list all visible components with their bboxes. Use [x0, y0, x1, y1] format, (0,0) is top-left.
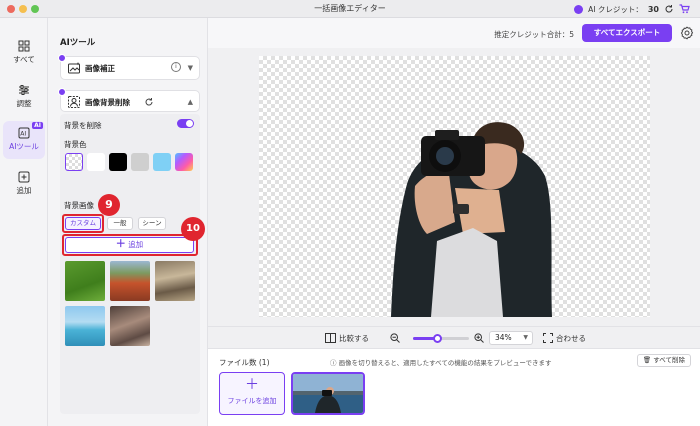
- nav-adjust[interactable]: 調整: [3, 78, 45, 116]
- swatch-light-blue[interactable]: [153, 153, 171, 171]
- nav-ai-tools[interactable]: AI AI AIツール: [3, 121, 45, 159]
- nav-adjust-label: 調整: [16, 99, 32, 108]
- bg-image-label: 背景画像: [64, 201, 94, 210]
- plus-square-icon: [18, 171, 30, 183]
- swatch-gray[interactable]: [131, 153, 149, 171]
- refresh-icon[interactable]: [144, 97, 154, 107]
- total-credit-estimate: 推定クレジット合計：5: [494, 30, 574, 39]
- callout-box-10: [62, 234, 198, 256]
- callout-box-9: [62, 214, 104, 233]
- remove-bg-settings: 背景を削除 背景色 背景画像 カスタム 一般 シーン 9 ＋ 追加 10: [60, 114, 205, 414]
- tool-enhance-name: 画像補正: [85, 64, 115, 73]
- ai-tools-panel: AIツール 画像補正 i ▼ 画像背景削除 ▲ 背景を削除 背景色 背景画像 カ…: [48, 18, 208, 426]
- gear-icon[interactable]: [680, 26, 694, 40]
- bg-thumb-flower-field[interactable]: [110, 261, 150, 301]
- add-file-label: ファイルを追加: [227, 397, 277, 405]
- preview-canvas[interactable]: [259, 56, 650, 317]
- svg-text:AI: AI: [20, 131, 26, 138]
- export-all-button[interactable]: すべてエクスポート: [582, 24, 672, 42]
- zoom-bar: 比較する 34% ▼ 合わせる: [208, 326, 700, 348]
- enhance-icon: [68, 62, 80, 74]
- zoom-in-icon[interactable]: [474, 333, 484, 343]
- title-bar: 一括画像エディター AI クレジット： 30: [0, 0, 700, 18]
- refresh-icon[interactable]: [664, 4, 674, 14]
- canvas-area: [208, 48, 700, 326]
- chevron-down-icon[interactable]: ▼: [188, 64, 193, 72]
- compare-icon[interactable]: [325, 333, 336, 343]
- nav-add-label: 追加: [16, 186, 32, 195]
- swatch-black[interactable]: [109, 153, 127, 171]
- plus-icon: ＋: [245, 377, 259, 393]
- zoom-slider[interactable]: [413, 334, 469, 343]
- tool-remove-bg-name: 画像背景削除: [85, 98, 130, 107]
- zoom-level-select[interactable]: 34% ▼: [489, 331, 533, 345]
- callout-badge-9: 9: [98, 194, 120, 216]
- left-nav: すべて 調整 AI AI AIツール 追加: [0, 18, 48, 426]
- add-file-button[interactable]: ＋ ファイルを追加: [219, 372, 285, 415]
- compare-button[interactable]: 比較する: [339, 333, 369, 344]
- zoom-out-icon[interactable]: [390, 333, 400, 343]
- delete-all-label: すべて削除: [653, 356, 685, 364]
- zoom-slider-knob[interactable]: [432, 334, 442, 343]
- panel-title: AIツール: [60, 38, 96, 48]
- nav-ai-tools-label: AIツール: [9, 142, 39, 151]
- file-thumbnail-image: [293, 374, 363, 413]
- nav-all-label: すべて: [13, 55, 35, 64]
- zoom-level-value: 34%: [495, 333, 512, 342]
- bg-color-label: 背景色: [64, 140, 87, 149]
- cart-icon[interactable]: [679, 4, 690, 14]
- fit-icon[interactable]: [543, 333, 553, 343]
- bg-thumb-stream[interactable]: [155, 261, 195, 301]
- bg-thumb-grass[interactable]: [65, 261, 105, 301]
- file-count: ファイル数 (1): [219, 358, 270, 367]
- ai-badge: AI: [32, 122, 43, 129]
- swatch-gradient[interactable]: [175, 153, 193, 171]
- top-bar: 推定クレジット合計：5 すべてエクスポート: [208, 18, 700, 48]
- swatch-transparent[interactable]: [65, 153, 83, 171]
- chevron-up-icon[interactable]: ▲: [188, 98, 193, 106]
- bg-thumb-beach[interactable]: [65, 306, 105, 346]
- ai-credit-icon: [574, 4, 584, 14]
- remove-bg-icon: [68, 96, 80, 108]
- chevron-down-icon: ▼: [523, 334, 528, 341]
- swatch-white[interactable]: [87, 153, 105, 171]
- sliders-icon: [19, 85, 29, 95]
- remove-bg-toggle[interactable]: [177, 119, 194, 128]
- ai-credit-label: AI クレジット：: [588, 4, 643, 14]
- ai-credit-count: 30: [647, 4, 659, 14]
- nav-all[interactable]: すべて: [3, 34, 45, 72]
- preview-hint: ⓘ 画像を切り替えると、適用したすべての機能の結果をプレビューできます: [330, 359, 552, 367]
- callout-badge-10: 10: [181, 217, 205, 241]
- file-thumbnail[interactable]: [291, 372, 365, 415]
- tool-enhance[interactable]: 画像補正 i ▼: [58, 54, 200, 80]
- ai-credits: AI クレジット： 30: [574, 2, 690, 16]
- person-photo-cutout: [391, 122, 552, 317]
- bg-thumb-rocks[interactable]: [110, 306, 150, 346]
- nav-add[interactable]: 追加: [3, 165, 45, 203]
- trash-icon: 🗑: [642, 356, 652, 364]
- tool-remove-bg[interactable]: 画像背景削除 ▲: [58, 88, 200, 112]
- file-strip: ファイル数 (1) ⓘ 画像を切り替えると、適用したすべての機能の結果をプレビュ…: [208, 348, 700, 426]
- ai-icon: AI: [18, 127, 30, 139]
- info-icon: ⓘ: [330, 359, 337, 367]
- tab-scene[interactable]: シーン: [138, 217, 166, 230]
- tab-general[interactable]: 一般: [107, 217, 133, 230]
- grid-icon: [18, 40, 30, 52]
- info-icon[interactable]: i: [171, 62, 181, 72]
- remove-bg-label: 背景を削除: [64, 121, 102, 130]
- fit-button[interactable]: 合わせる: [556, 333, 586, 344]
- delete-all-button[interactable]: 🗑 すべて削除: [636, 354, 691, 367]
